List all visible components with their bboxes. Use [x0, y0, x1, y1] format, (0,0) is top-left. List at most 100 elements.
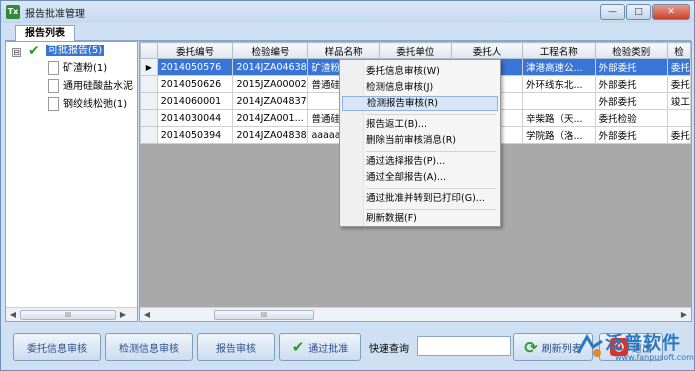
- column-header[interactable]: 委托单位: [378, 42, 452, 59]
- table-cell[interactable]: [521, 92, 596, 110]
- menu-item-delete-review-message[interactable]: 删除当前审核消息(R): [342, 133, 498, 148]
- check-icon: ✔: [291, 338, 305, 356]
- table-cell[interactable]: 委托: [666, 75, 691, 93]
- menu-item-report-rework[interactable]: 报告返工(B)...: [342, 117, 498, 132]
- table-cell[interactable]: 辛柴路（天...: [521, 109, 596, 127]
- table-cell[interactable]: 委托: [666, 58, 691, 76]
- table-cell[interactable]: 2014050626: [156, 75, 234, 93]
- logo-url: www.fanpusoft.com: [615, 353, 694, 362]
- tree-item[interactable]: 通用硅酸盐水泥: [48, 79, 133, 95]
- approve-button[interactable]: ✔ 通过批准: [279, 333, 361, 361]
- table-cell[interactable]: 2014JZA04838: [232, 126, 309, 144]
- scroll-right-icon[interactable]: ▶: [677, 310, 691, 319]
- app-window: Tx 报告批准管理 — □ ✕ 报告列表 ⊟ ✔ 可批报告(5) 矿渣粉(1) …: [0, 0, 695, 371]
- refresh-icon: ⟳: [524, 337, 538, 357]
- selected-row-marker-icon: ▶: [140, 58, 158, 76]
- menu-separator: [366, 151, 496, 152]
- tree-root[interactable]: 可批报告(5): [46, 43, 105, 59]
- quick-search-input[interactable]: [417, 336, 511, 356]
- button-label: 委托信息审核: [27, 343, 87, 355]
- table-cell[interactable]: 外部委托: [594, 126, 668, 144]
- menu-item-test-review[interactable]: 检测信息审核(J): [342, 80, 498, 95]
- tab-strip: 报告列表: [5, 24, 691, 41]
- tree-item-label: 通用硅酸盐水泥: [63, 81, 133, 92]
- menu-item-refresh[interactable]: 刷新数据(F): [342, 211, 498, 226]
- column-header[interactable]: 样品名称: [307, 42, 380, 59]
- column-header[interactable]: 委托编号: [156, 42, 234, 59]
- menu-separator: [366, 209, 496, 210]
- document-icon: [48, 79, 59, 93]
- logo-icon: [576, 334, 603, 357]
- row-header: [140, 92, 158, 110]
- column-header[interactable]: 检验类别: [594, 42, 668, 59]
- menu-separator: [366, 188, 496, 189]
- column-header[interactable]: 委托人: [450, 42, 523, 59]
- entrust-review-button[interactable]: 委托信息审核: [13, 333, 101, 361]
- scroll-left-icon[interactable]: ◀: [140, 310, 154, 319]
- tree-root-label: 可批报告(5): [46, 45, 105, 56]
- table-cell[interactable]: 2014060001: [156, 92, 234, 110]
- table-cell[interactable]: 2014JZA04837: [232, 92, 309, 110]
- tree-item-label: 矿渣粉(1): [63, 63, 108, 74]
- table-cell[interactable]: 2014030044: [156, 109, 234, 127]
- table-cell[interactable]: 2014JZA04638: [232, 58, 309, 76]
- scroll-left-icon[interactable]: ◀: [6, 310, 20, 319]
- row-header: [140, 109, 158, 127]
- logo-name: 泛普软件: [605, 333, 681, 354]
- table-cell[interactable]: 外环线东北...: [521, 75, 596, 93]
- menu-item-approve-selected[interactable]: 通过选择报告(P)...: [342, 154, 498, 169]
- menu-item-approve-and-print[interactable]: 通过批准并转到已打印(G)...: [342, 191, 498, 206]
- maximize-button[interactable]: □: [626, 4, 651, 20]
- table-cell[interactable]: 2014050576: [156, 58, 234, 76]
- title-bar[interactable]: Tx 报告批准管理 — □ ✕: [1, 1, 694, 23]
- close-button[interactable]: ✕: [652, 4, 690, 20]
- column-header[interactable]: 检验编号: [232, 42, 309, 59]
- table-cell[interactable]: [666, 109, 691, 127]
- table-cell[interactable]: 竣工: [666, 92, 691, 110]
- tree-item-label: 钢绞线松弛(1): [63, 99, 128, 110]
- menu-item-report-review[interactable]: 检测报告审核(R): [342, 96, 498, 111]
- minimize-button[interactable]: —: [600, 4, 625, 20]
- table-cell[interactable]: 委托: [666, 126, 691, 144]
- quick-search-label: 快速查询: [369, 344, 409, 355]
- tree-item[interactable]: 钢绞线松弛(1): [48, 97, 127, 113]
- window-title: 报告批准管理: [25, 8, 85, 20]
- grid-horizontal-scrollbar[interactable]: ◀ III ▶: [140, 307, 691, 321]
- table-cell[interactable]: 2014050394: [156, 126, 234, 144]
- document-icon: [48, 97, 59, 111]
- row-header-corner: [140, 42, 158, 59]
- table-cell[interactable]: 外部委托: [594, 75, 668, 93]
- menu-item-entrust-review[interactable]: 委托信息审核(W): [342, 64, 498, 79]
- button-label: 通过批准: [308, 343, 349, 355]
- scroll-thumb[interactable]: III: [20, 309, 116, 320]
- menu-item-approve-all[interactable]: 通过全部报告(A)...: [342, 170, 498, 185]
- scroll-right-icon[interactable]: ▶: [116, 310, 130, 319]
- table-cell[interactable]: 津港高速公...: [521, 58, 596, 76]
- button-label: 检测信息审核: [119, 343, 179, 355]
- tree-horizontal-scrollbar[interactable]: ◀ III ▶: [6, 307, 137, 321]
- watermark-logo: 泛普软件 www.fanpusoft.com: [571, 327, 694, 369]
- tree-item[interactable]: 矿渣粉(1): [48, 61, 107, 77]
- context-menu: 委托信息审核(W) 检测信息审核(J) 检测报告审核(R) 报告返工(B)...…: [339, 59, 501, 227]
- table-cell[interactable]: 2014JZA001...: [232, 109, 309, 127]
- table-cell[interactable]: 外部委托: [594, 92, 668, 110]
- table-header-row: 委托编号 检验编号 样品名称 委托单位 委托人 工程名称 检验类别 检: [140, 42, 691, 59]
- table-cell[interactable]: 2015JZA00002: [232, 75, 309, 93]
- row-header: [140, 126, 158, 144]
- column-header[interactable]: 工程名称: [521, 42, 596, 59]
- report-review-button[interactable]: 报告审核: [197, 333, 275, 361]
- document-icon: [48, 61, 59, 75]
- scroll-thumb[interactable]: III: [214, 309, 314, 320]
- column-header[interactable]: 检: [666, 42, 691, 59]
- table-cell[interactable]: 外部委托: [594, 58, 668, 76]
- check-icon: ✔: [28, 43, 40, 59]
- tab-report-list[interactable]: 报告列表: [15, 25, 75, 41]
- test-review-button[interactable]: 检测信息审核: [105, 333, 193, 361]
- report-tree: ⊟ ✔ 可批报告(5) 矿渣粉(1) 通用硅酸盐水泥 钢绞线松弛(1) ◀ II…: [5, 41, 138, 322]
- table-cell[interactable]: 委托检验: [594, 109, 668, 127]
- table-cell[interactable]: 学院路（洛...: [521, 126, 596, 144]
- collapse-icon[interactable]: ⊟: [12, 48, 21, 57]
- app-icon: Tx: [6, 5, 20, 19]
- menu-separator: [366, 114, 496, 115]
- row-header: [140, 75, 158, 93]
